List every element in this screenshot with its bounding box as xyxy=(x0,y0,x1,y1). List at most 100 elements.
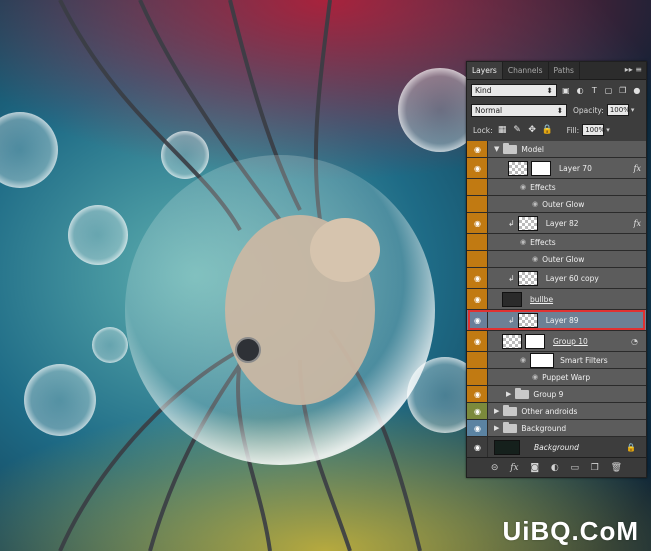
layer-row[interactable]: ◉ bullbe xyxy=(467,289,646,310)
layer-content[interactable]: ↲ Layer 82 fx xyxy=(488,213,646,233)
eye-icon[interactable]: ◉ xyxy=(471,219,484,228)
layer-row[interactable]: ◉ Effects xyxy=(467,234,646,251)
smart-object-filter-icon[interactable]: ❐ xyxy=(618,85,628,96)
visibility-column[interactable] xyxy=(467,251,488,267)
lock-all-icon[interactable]: 🔒 xyxy=(542,125,553,136)
layer-content[interactable]: ↲ Layer 60 copy xyxy=(488,268,646,288)
effect-visibility-icon[interactable]: ◉ xyxy=(532,200,538,208)
eye-icon[interactable]: ◉ xyxy=(471,337,484,346)
visibility-column[interactable] xyxy=(467,196,488,212)
layer-content[interactable]: Group 10 ◔ xyxy=(488,331,646,351)
layer-content[interactable]: ◉ Smart Filters xyxy=(488,352,646,368)
layer-mask-thumbnail[interactable] xyxy=(531,160,551,176)
layer-content[interactable]: Layer 70 fx xyxy=(488,158,646,178)
panel-menu-icon[interactable]: ▸▸ ≡ xyxy=(625,65,642,75)
visibility-column[interactable]: ◉ xyxy=(467,213,488,233)
effect-visibility-icon[interactable]: ◉ xyxy=(532,373,538,381)
visibility-column[interactable]: ◉ xyxy=(467,289,488,309)
effect-visibility-icon[interactable]: ◉ xyxy=(520,183,526,191)
layer-content[interactable]: ▶ Other androids xyxy=(488,403,646,419)
visibility-column[interactable] xyxy=(467,352,488,368)
expand-triangle-icon[interactable]: ▼ xyxy=(494,145,499,153)
layer-content[interactable]: ◉ Puppet Warp xyxy=(488,369,646,385)
layer-content[interactable]: Background 🔒 xyxy=(488,437,646,457)
opacity-dropdown-icon[interactable]: ▾ xyxy=(631,106,635,114)
lock-paint-brush-icon[interactable]: ✎ xyxy=(512,125,523,136)
eye-icon[interactable]: ◉ xyxy=(471,164,484,173)
eye-icon[interactable]: ◉ xyxy=(471,274,484,283)
visibility-column[interactable]: ◉ xyxy=(467,386,488,402)
opacity-input[interactable]: 100% xyxy=(606,104,630,116)
new-layer-icon[interactable]: ❐ xyxy=(591,463,599,473)
kind-filter-select[interactable]: Kind ⬍ xyxy=(471,83,557,97)
visibility-column[interactable]: ◉ xyxy=(467,268,488,288)
lock-move-icon[interactable]: ✥ xyxy=(527,125,538,136)
type-filter-icon[interactable]: T xyxy=(589,85,599,96)
layer-row[interactable]: ◉ ↲ Layer 60 copy xyxy=(467,268,646,289)
trash-icon[interactable]: 🗑 xyxy=(611,463,622,473)
eye-icon[interactable]: ◉ xyxy=(520,356,526,364)
layer-row[interactable]: ◉ ▼ Model xyxy=(467,141,646,158)
eye-icon[interactable]: ◉ xyxy=(471,390,484,399)
layer-content[interactable]: ▶ Background xyxy=(488,420,646,436)
adjustment-filter-icon[interactable]: ◐ xyxy=(575,85,585,96)
layer-effects-icon[interactable]: fx xyxy=(634,164,641,173)
layer-row[interactable]: ◉ ▶ Group 9 xyxy=(467,386,646,403)
link-icon[interactable]: ⊝ xyxy=(491,463,499,473)
folder-icon[interactable]: ▭ xyxy=(571,463,580,473)
layer-row[interactable]: ◉ Group 10 ◔ xyxy=(467,331,646,352)
layer-row[interactable]: ◉ ▶ Background xyxy=(467,420,646,437)
layer-content[interactable]: ◉ Effects xyxy=(488,234,646,250)
pixel-filter-icon[interactable]: ▣ xyxy=(561,85,571,96)
visibility-column[interactable]: ◉ xyxy=(467,420,488,436)
layer-content[interactable]: ▶ Group 9 xyxy=(488,386,646,402)
layer-content[interactable]: ▼ Model xyxy=(488,141,646,157)
eye-icon[interactable]: ◉ xyxy=(471,443,484,452)
visibility-column[interactable] xyxy=(467,179,488,195)
adjustment-icon[interactable]: ◐ xyxy=(551,463,559,473)
expand-triangle-icon[interactable]: ▶ xyxy=(494,407,499,415)
layer-row[interactable]: ◉ Layer 70 fx xyxy=(467,158,646,179)
layer-effects-icon[interactable]: fx xyxy=(634,219,641,228)
layer-row[interactable]: ◉ ▶ Other androids xyxy=(467,403,646,420)
visibility-column[interactable] xyxy=(467,369,488,385)
visibility-column[interactable] xyxy=(467,234,488,250)
visibility-column[interactable]: ◉ xyxy=(467,437,488,457)
visibility-column[interactable]: ◉ xyxy=(467,141,488,157)
fx-icon[interactable]: fx xyxy=(510,463,518,473)
layer-content[interactable]: ◉ Effects xyxy=(488,179,646,195)
effect-visibility-icon[interactable]: ◉ xyxy=(520,238,526,246)
fill-dropdown-icon[interactable]: ▾ xyxy=(606,126,610,134)
mask-icon[interactable]: ◙ xyxy=(530,463,539,473)
layer-content[interactable]: ◉ Outer Glow xyxy=(488,196,646,212)
visibility-column[interactable]: ◉ xyxy=(467,310,488,330)
layer-row[interactable]: ◉ Effects xyxy=(467,179,646,196)
eye-icon[interactable]: ◉ xyxy=(471,145,484,154)
visibility-column[interactable]: ◉ xyxy=(467,158,488,178)
visibility-column[interactable]: ◉ xyxy=(467,403,488,419)
layer-row[interactable]: ◉ Smart Filters xyxy=(467,352,646,369)
eye-icon[interactable]: ◉ xyxy=(471,316,484,325)
expand-triangle-icon[interactable]: ▶ xyxy=(494,424,499,432)
layer-row[interactable]: ◉ ↲ Layer 82 fx xyxy=(467,213,646,234)
tab-channels[interactable]: Channels xyxy=(503,62,549,79)
visibility-column[interactable]: ◉ xyxy=(467,331,488,351)
layer-content[interactable]: bullbe xyxy=(488,289,646,309)
tab-layers[interactable]: Layers xyxy=(467,62,503,79)
filter-toggle-icon[interactable]: ● xyxy=(632,85,642,96)
layer-row[interactable]: ◉ Background 🔒 xyxy=(467,437,646,458)
effect-visibility-icon[interactable]: ◉ xyxy=(532,255,538,263)
layer-content[interactable]: ↲ Layer 89 xyxy=(488,310,646,330)
eye-icon[interactable]: ◉ xyxy=(471,424,484,433)
layer-row[interactable]: ◉ Puppet Warp xyxy=(467,369,646,386)
eye-icon[interactable]: ◉ xyxy=(471,295,484,304)
blend-mode-select[interactable]: Normal ⬍ xyxy=(471,103,567,117)
expand-triangle-icon[interactable]: ▶ xyxy=(506,390,511,398)
layer-row[interactable]: ◉ Outer Glow xyxy=(467,196,646,213)
lock-transparent-icon[interactable]: ▦ xyxy=(497,125,508,136)
fill-input[interactable]: 100% xyxy=(582,124,605,136)
layer-row[interactable]: ◉ ↲ Layer 89 xyxy=(467,310,646,331)
layer-mask-thumbnail[interactable] xyxy=(525,333,545,349)
layer-row[interactable]: ◉ Outer Glow xyxy=(467,251,646,268)
layer-content[interactable]: ◉ Outer Glow xyxy=(488,251,646,267)
